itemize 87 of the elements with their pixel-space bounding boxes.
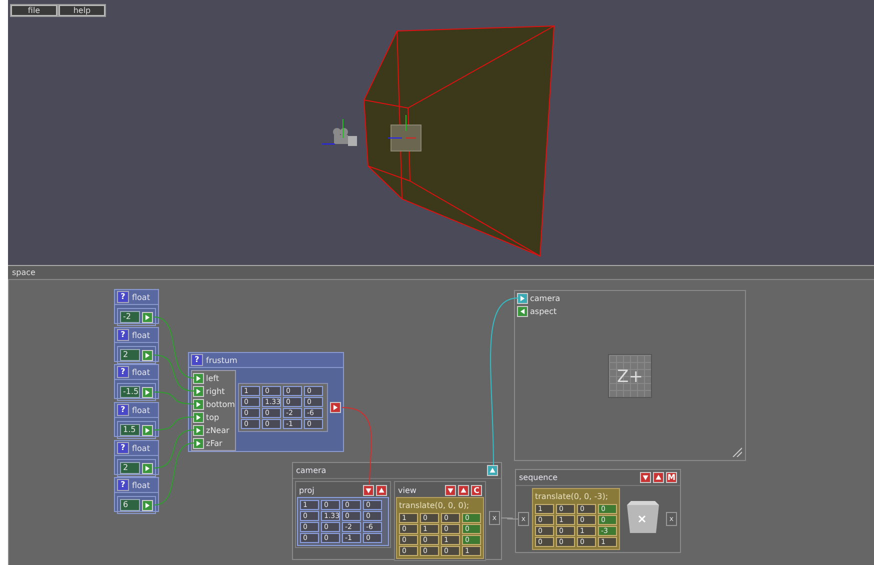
expression-text: translate(0, 0, -3);	[535, 491, 610, 502]
output-port[interactable]	[142, 312, 153, 322]
node-title: float	[132, 330, 150, 340]
float-node[interactable]: ? float -1.5	[114, 364, 159, 399]
port-label: zNear	[206, 426, 230, 434]
node-title: float	[132, 368, 150, 376]
help-button[interactable]: ?	[191, 354, 203, 366]
move-up-button[interactable]	[376, 484, 387, 496]
port-label: left	[206, 374, 219, 382]
port-label: top	[206, 412, 220, 422]
output-port[interactable]	[142, 500, 153, 510]
menu-button[interactable]: help	[59, 5, 105, 16]
help-button[interactable]: ?	[117, 479, 129, 491]
output-port[interactable]	[142, 386, 153, 398]
input-port[interactable]	[193, 372, 204, 384]
input-port[interactable]	[193, 398, 204, 410]
move-down-button[interactable]	[445, 484, 456, 496]
input-port[interactable]	[193, 438, 204, 448]
down-arrow-icon	[642, 474, 649, 481]
port-label: camera	[530, 294, 560, 302]
value-field[interactable]: 2	[120, 462, 140, 474]
expression-text: translate(0, 0, 0);	[399, 500, 470, 511]
down-arrow-icon	[365, 486, 372, 494]
viewer-panel[interactable]: camera aspect Z+	[514, 290, 746, 461]
port-label: zFar	[206, 438, 222, 448]
node-title: camera	[296, 466, 328, 475]
clear-button[interactable]: C	[471, 484, 482, 496]
input-port[interactable]	[193, 412, 204, 422]
output-port[interactable]	[517, 306, 528, 316]
help-button[interactable]: ?	[117, 291, 129, 303]
output-port[interactable]	[142, 462, 153, 474]
move-down-button[interactable]	[363, 484, 374, 496]
right-arrow-icon	[144, 352, 151, 358]
float-node[interactable]: ? float 2	[114, 327, 159, 362]
move-up-button[interactable]	[458, 484, 469, 496]
output-port[interactable]	[142, 424, 153, 436]
mode-button[interactable]: M	[666, 472, 677, 483]
right-arrow-icon	[144, 426, 151, 434]
node-title: float	[132, 292, 150, 302]
port-label: bottom	[206, 400, 235, 408]
up-arrow-icon	[489, 467, 496, 474]
float-node[interactable]: ? float 1.5	[114, 402, 159, 437]
panel-title: space	[8, 265, 874, 280]
input-port[interactable]	[193, 424, 204, 436]
panel-label: view	[398, 486, 418, 494]
right-arrow-icon	[519, 294, 526, 302]
input-port[interactable]	[517, 292, 528, 304]
value-field[interactable]: 1.5	[120, 424, 140, 436]
help-button[interactable]: ?	[117, 366, 129, 378]
down-arrow-icon	[447, 486, 454, 494]
value-field[interactable]: -1.5	[120, 386, 140, 398]
node-title: float	[132, 444, 150, 452]
node-title: frustum	[206, 356, 238, 364]
menu-button[interactable]: file	[11, 5, 57, 16]
output-port[interactable]	[487, 465, 498, 476]
up-arrow-icon	[460, 486, 467, 494]
value-field[interactable]: 6	[120, 499, 140, 511]
value-field[interactable]: -2	[120, 311, 140, 323]
float-node[interactable]: ? float -2	[114, 289, 159, 324]
value-field[interactable]: 2	[120, 349, 140, 361]
float-node[interactable]: ? float 6	[114, 477, 159, 512]
output-port[interactable]	[142, 350, 153, 360]
move-up-button[interactable]	[653, 472, 664, 483]
node-title: float	[132, 480, 150, 490]
float-node[interactable]: ? float 2	[114, 440, 159, 475]
panel-label: proj	[299, 486, 316, 494]
output-port[interactable]	[330, 402, 341, 413]
connection-wire	[500, 518, 520, 520]
move-down-button[interactable]	[640, 472, 651, 483]
resize-grip-icon[interactable]	[732, 447, 742, 457]
help-button[interactable]: ?	[117, 404, 129, 416]
help-button[interactable]: ?	[117, 442, 129, 454]
up-arrow-icon	[655, 474, 662, 481]
node-title: sequence	[519, 473, 559, 482]
port-label: aspect	[530, 306, 557, 316]
help-button[interactable]: ?	[117, 329, 129, 341]
3d-viewport[interactable]: file help	[8, 0, 874, 265]
right-arrow-icon	[332, 404, 339, 411]
node-title: float	[132, 406, 150, 414]
input-port[interactable]	[193, 386, 204, 396]
up-arrow-icon	[378, 486, 385, 494]
right-arrow-icon	[144, 314, 151, 320]
left-arrow-icon	[519, 308, 526, 314]
right-arrow-icon	[144, 464, 151, 472]
right-arrow-icon	[144, 502, 151, 508]
right-arrow-icon	[144, 388, 151, 396]
port-label: right	[206, 386, 225, 396]
